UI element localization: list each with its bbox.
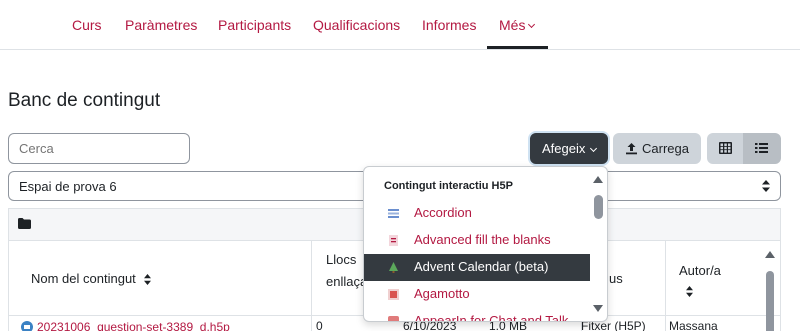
column-header-author-label: Autor/a [679,263,721,278]
column-header-type-label: us [609,271,623,286]
menu-item-label: AppearIn for Chat and Talk [414,313,569,322]
tab-mes-label: Més [499,17,526,33]
column-header-links[interactable]: Llocs enllaça [326,250,367,292]
scroll-down-icon[interactable] [591,303,605,313]
add-button[interactable]: Afegeix [530,133,608,164]
column-header-links-line1: Llocs [326,252,357,267]
menu-item-advanced-fill-blanks[interactable]: Advanced fill the blanks [364,227,590,254]
column-divider [311,241,312,331]
menu-header: Contingut interactiu H5P [384,180,513,192]
menu-item-agamotto[interactable]: Agamotto [364,281,590,308]
column-header-links-line2: enllaça [326,274,368,289]
agamotto-icon [388,289,399,300]
grid-icon [719,142,732,154]
active-tab-indicator [487,46,548,49]
scroll-up-icon[interactable] [763,250,777,260]
tab-parametres[interactable]: Paràmetres [125,17,197,33]
folder-icon[interactable] [18,218,31,229]
menu-scrollbar-thumb[interactable] [594,195,603,219]
icon-view-button[interactable] [707,133,743,164]
menu-scrollbar[interactable] [590,173,606,319]
row-author: Massana [669,319,718,331]
menu-item-appearin[interactable]: AppearIn for Chat and Talk [364,308,590,322]
row-links: 0 [316,319,323,331]
upload-button[interactable]: Carrega [613,133,701,164]
menu-item-accordion[interactable]: Accordion [364,200,590,227]
tab-qualificacions[interactable]: Qualificacions [313,17,400,33]
table-scrollbar-thumb[interactable] [766,271,774,331]
chevron-down-icon [528,20,536,29]
scroll-up-icon[interactable] [591,175,605,185]
column-header-name-label: Nom del contingut [31,271,136,286]
sort-icon [144,274,152,285]
search-input[interactable] [8,133,190,164]
table-scrollbar[interactable] [762,247,780,331]
select-arrows-icon [762,180,770,192]
sort-icon [686,286,693,297]
h5p-file-icon [21,321,33,331]
table-row[interactable]: 20231006_question-set-3389_d.h5p [21,319,230,331]
menu-item-label: Advanced fill the blanks [414,232,551,247]
upload-button-label: Carrega [642,141,689,156]
menu-item-advent-calendar[interactable]: Advent Calendar (beta) [364,254,590,281]
row-name: 20231006_question-set-3389_d.h5p [37,320,230,331]
tab-participants[interactable]: Participants [218,17,291,33]
column-header-name[interactable]: Nom del contingut [31,269,152,289]
tab-mes[interactable]: Més [499,17,536,33]
page-title: Banc de contingut [8,90,161,111]
secondary-navigation: Curs Paràmetres Participants Qualificaci… [0,0,800,50]
column-header-type[interactable]: us [609,269,623,289]
add-content-menu: Contingut interactiu H5P Accordion Advan… [363,166,608,322]
menu-item-label: Accordion [414,205,472,220]
fill-blanks-icon [389,235,398,246]
menu-item-label: Advent Calendar (beta) [414,259,549,274]
column-header-author[interactable]: Autor/a [679,261,721,301]
tab-informes[interactable]: Informes [422,17,476,33]
add-button-label: Afegeix [542,141,586,156]
tree-icon [389,262,398,273]
list-icon [755,143,768,153]
tab-curs[interactable]: Curs [72,17,102,33]
upload-icon [626,143,637,155]
chevron-down-icon [590,144,598,153]
accordion-icon [388,209,399,218]
menu-item-label: Agamotto [414,286,470,301]
details-view-button[interactable] [743,133,781,164]
chat-icon [388,316,399,321]
column-divider [665,241,666,331]
context-select-value: Espai de prova 6 [19,179,117,194]
